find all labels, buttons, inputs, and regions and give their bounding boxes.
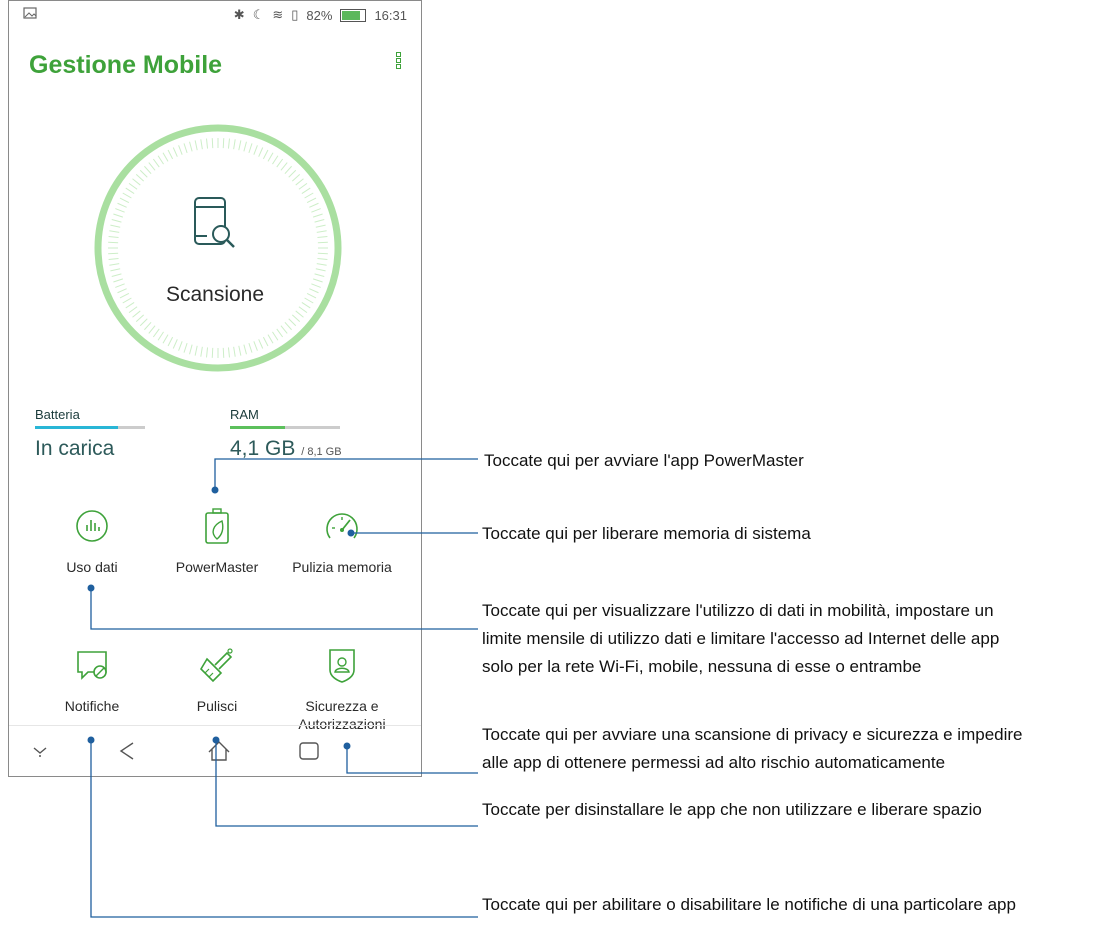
callout-security: Toccate qui per avviare una scansione di… [482, 721, 1023, 777]
callout-leader-line [214, 458, 478, 490]
callout-anchor-dot [87, 584, 95, 592]
callout-clean: Toccate per disinstallare le app che non… [482, 800, 982, 819]
callout-notifications: Toccate qui per abilitare o disabilitare… [482, 895, 1016, 914]
callout-powermaster: Toccate qui per avviare l'app PowerMaste… [484, 451, 804, 470]
callout-data-usage: Toccate qui per visualizzare l'utilizzo … [482, 597, 999, 681]
callout-leader-line [90, 740, 478, 918]
callout-anchor-dot [212, 736, 220, 744]
callout-anchor-dot [211, 486, 219, 494]
callout-data-line3: solo per la rete Wi-Fi, mobile, nessuna … [482, 657, 922, 676]
callout-anchor-dot [343, 742, 351, 750]
callout-security-line1: Toccate qui per avviare una scansione di… [482, 725, 1023, 744]
callout-data-line2: limite mensile di utilizzo dati e limita… [482, 629, 1000, 648]
callout-leader-line [90, 588, 478, 630]
callout-security-line2: alle app di ottenere permessi ad alto ri… [482, 753, 946, 772]
callout-leader-line [346, 746, 478, 774]
callout-memory: Toccate qui per liberare memoria di sist… [482, 524, 811, 543]
callout-anchor-dot [347, 529, 355, 537]
callout-data-line1: Toccate qui per visualizzare l'utilizzo … [482, 601, 994, 620]
callout-anchor-dot [87, 736, 95, 744]
